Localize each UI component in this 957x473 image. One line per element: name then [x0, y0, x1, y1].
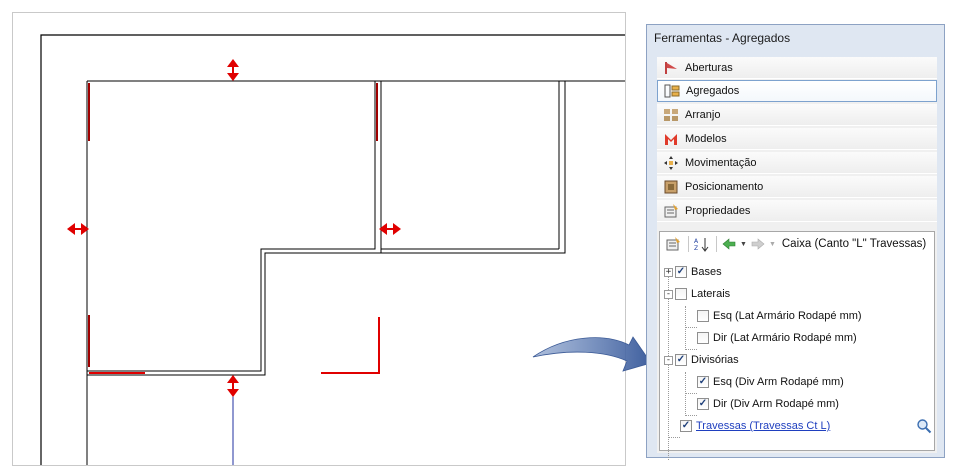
menu-item-posicionamento[interactable]: Posicionamento [657, 176, 937, 198]
svg-text:A: A [694, 238, 699, 245]
tree-node-label: Dir (Div Arm Rodapé mm) [713, 398, 839, 410]
collapse-icon[interactable]: - [664, 289, 673, 299]
resize-arrow-top[interactable] [227, 59, 239, 81]
travessas-link[interactable]: Travessas (Travessas Ct L) [696, 420, 830, 432]
resize-arrow-left[interactable] [67, 223, 89, 235]
property-tree[interactable]: AZ ▼ ▼ Caixa (Canto "L" Travessas) + ✓ B… [659, 231, 935, 460]
menu-item-agregados[interactable]: Agregados [657, 80, 937, 102]
tree-node-label: Esq (Div Arm Rodapé mm) [713, 376, 844, 388]
panel-content: Aberturas Agregados Arranjo Modelos Movi… [657, 57, 937, 460]
checkbox-unchecked[interactable] [697, 332, 709, 344]
menu-item-modelos[interactable]: Modelos [657, 128, 937, 150]
back-arrow-icon[interactable] [721, 235, 737, 253]
checkbox-checked[interactable]: ✓ [697, 398, 709, 410]
arrangement-icon [663, 107, 679, 123]
tree-node-label: Bases [691, 266, 722, 278]
tree-guide [685, 393, 697, 394]
menu-item-label: Propriedades [685, 204, 751, 217]
tree-node-divisorias-dir[interactable]: ✓ Dir (Div Arm Rodapé mm) [697, 394, 839, 414]
menu-item-label: Posicionamento [685, 180, 764, 193]
callout-arrow-icon [532, 336, 652, 372]
tree-node-laterais[interactable]: - Laterais [664, 284, 730, 304]
collapse-icon[interactable]: - [664, 355, 673, 365]
move-icon [663, 155, 679, 171]
tree-guide [668, 437, 680, 438]
checkbox-checked[interactable]: ✓ [675, 266, 687, 278]
tree-node-label: Dir (Lat Armário Rodapé mm) [713, 332, 857, 344]
search-icon[interactable] [916, 418, 932, 434]
outer-wall-line [40, 34, 625, 465]
menu-item-arranjo[interactable]: Arranjo [657, 104, 937, 126]
tree-node-laterais-dir[interactable]: Dir (Lat Armário Rodapé mm) [697, 328, 857, 348]
tree-node-divisorias-esq[interactable]: ✓ Esq (Div Arm Rodapé mm) [697, 372, 844, 392]
tree-node-label: Esq (Lat Armário Rodapé mm) [713, 310, 862, 322]
menu-item-propriedades[interactable]: Propriedades [657, 200, 937, 222]
tools-panel: Ferramentas - Agregados Aberturas Agrega… [646, 24, 945, 460]
floor-plan-drawing[interactable] [13, 13, 625, 465]
checkbox-checked[interactable]: ✓ [675, 354, 687, 366]
sort-az-icon[interactable]: AZ [693, 235, 709, 253]
expand-icon[interactable]: + [664, 267, 673, 277]
tree-node-travessas[interactable]: ✓ Travessas (Travessas Ct L) [680, 416, 830, 436]
l-cabinet-outline [87, 80, 376, 372]
checkbox-unchecked[interactable] [697, 310, 709, 322]
checkbox-unchecked[interactable] [675, 288, 687, 300]
properties-icon [663, 203, 679, 219]
opening-icon [663, 60, 679, 76]
tree-node-bases[interactable]: + ✓ Bases [664, 262, 722, 282]
l-cabinet-inner [87, 81, 382, 376]
chevron-down-icon[interactable]: ▼ [769, 235, 776, 253]
chevron-down-icon[interactable]: ▼ [740, 235, 747, 253]
menu-item-movimentacao[interactable]: Movimentação [657, 152, 937, 174]
toolbar-separator [688, 236, 689, 252]
resize-arrow-mid[interactable] [379, 223, 401, 235]
checkbox-checked[interactable]: ✓ [697, 376, 709, 388]
toolbar-separator [716, 236, 717, 252]
svg-text:Z: Z [694, 245, 698, 252]
models-icon [663, 131, 679, 147]
checkbox-checked[interactable]: ✓ [680, 420, 692, 432]
menu-item-label: Aberturas [685, 61, 733, 74]
positioning-icon [663, 179, 679, 195]
tree-node-laterais-esq[interactable]: Esq (Lat Armário Rodapé mm) [697, 306, 862, 326]
properties-icon[interactable] [665, 235, 681, 253]
menu-item-label: Movimentação [685, 156, 757, 169]
right-cabinet-outline [381, 80, 566, 254]
menu-item-aberturas[interactable]: Aberturas [657, 57, 937, 79]
tree-toolbar: AZ ▼ ▼ Caixa (Canto "L" Travessas) [660, 232, 934, 256]
resize-arrow-bottom[interactable] [227, 375, 239, 397]
tree-title: Caixa (Canto "L" Travessas) [781, 238, 927, 250]
tree-node-label: Laterais [691, 288, 731, 300]
menu-item-label: Arranjo [685, 108, 721, 121]
red-corner-marker [321, 317, 380, 374]
aggregate-icon [664, 83, 680, 99]
drawing-canvas[interactable] [12, 12, 626, 466]
tree-node-divisorias[interactable]: - ✓ Divisórias [664, 350, 739, 370]
panel-title: Ferramentas - Agregados [654, 31, 791, 45]
menu-item-label: Agregados [686, 85, 740, 97]
tree-guide [685, 327, 697, 328]
tree-node-label: Divisórias [691, 354, 739, 366]
drawing-area[interactable] [0, 0, 630, 473]
forward-arrow-icon[interactable] [750, 235, 766, 253]
menu-item-label: Modelos [685, 132, 727, 145]
